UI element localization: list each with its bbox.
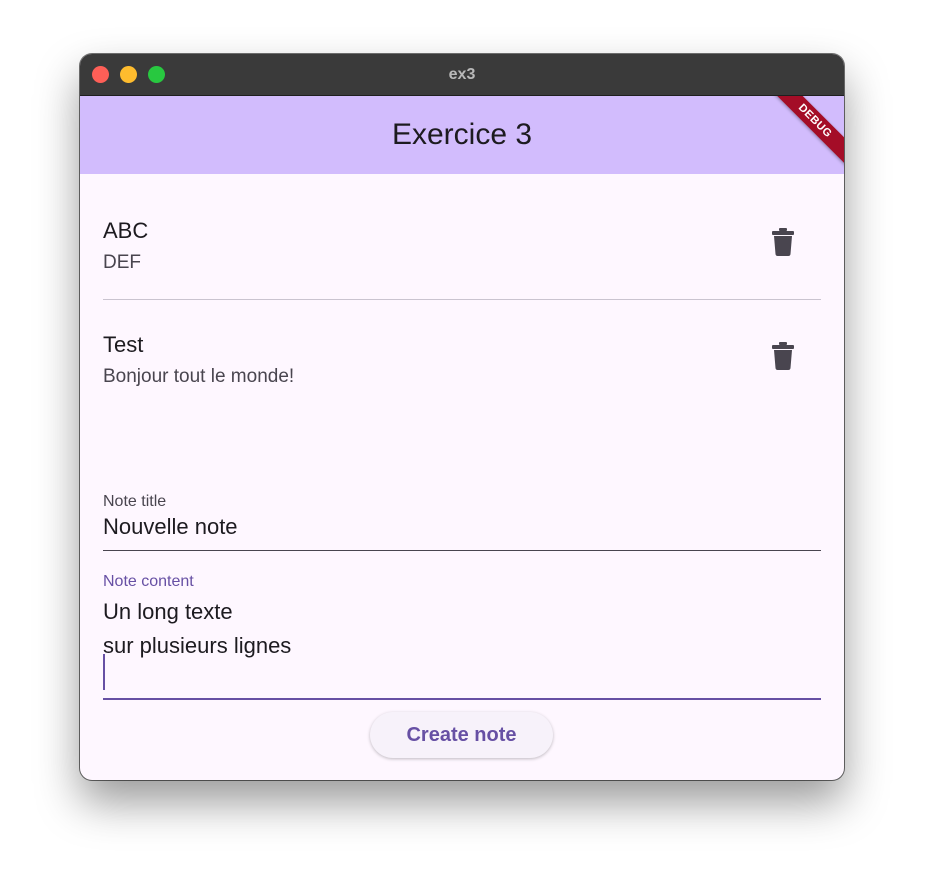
note-content-underline bbox=[103, 698, 821, 700]
trash-icon[interactable] bbox=[772, 228, 794, 256]
trash-icon[interactable] bbox=[772, 342, 794, 370]
note-content-label: Note content bbox=[103, 573, 194, 590]
title-bar[interactable]: ex3 bbox=[80, 54, 844, 96]
text-caret bbox=[103, 654, 105, 690]
window-title: ex3 bbox=[448, 66, 476, 83]
note-content-input[interactable]: Un long texte sur plusieurs lignes bbox=[103, 595, 291, 663]
list-divider bbox=[103, 299, 821, 300]
create-note-button[interactable]: Create note bbox=[370, 712, 553, 758]
note-content: DEF bbox=[103, 252, 141, 273]
app-bar: Exercice 3 bbox=[80, 96, 844, 174]
note-title-label: Note title bbox=[103, 493, 167, 510]
note-title-underline bbox=[103, 550, 821, 551]
note-title: Test bbox=[103, 332, 144, 357]
note-content: Bonjour tout le monde! bbox=[103, 366, 295, 387]
note-title-input[interactable]: Nouvelle note bbox=[103, 514, 238, 540]
page-title: Exercice 3 bbox=[391, 118, 533, 151]
app-window: ex3 Exercice 3 DEBUG ABC DEF Test Bonjou… bbox=[80, 54, 844, 780]
note-title: ABC bbox=[103, 218, 149, 243]
